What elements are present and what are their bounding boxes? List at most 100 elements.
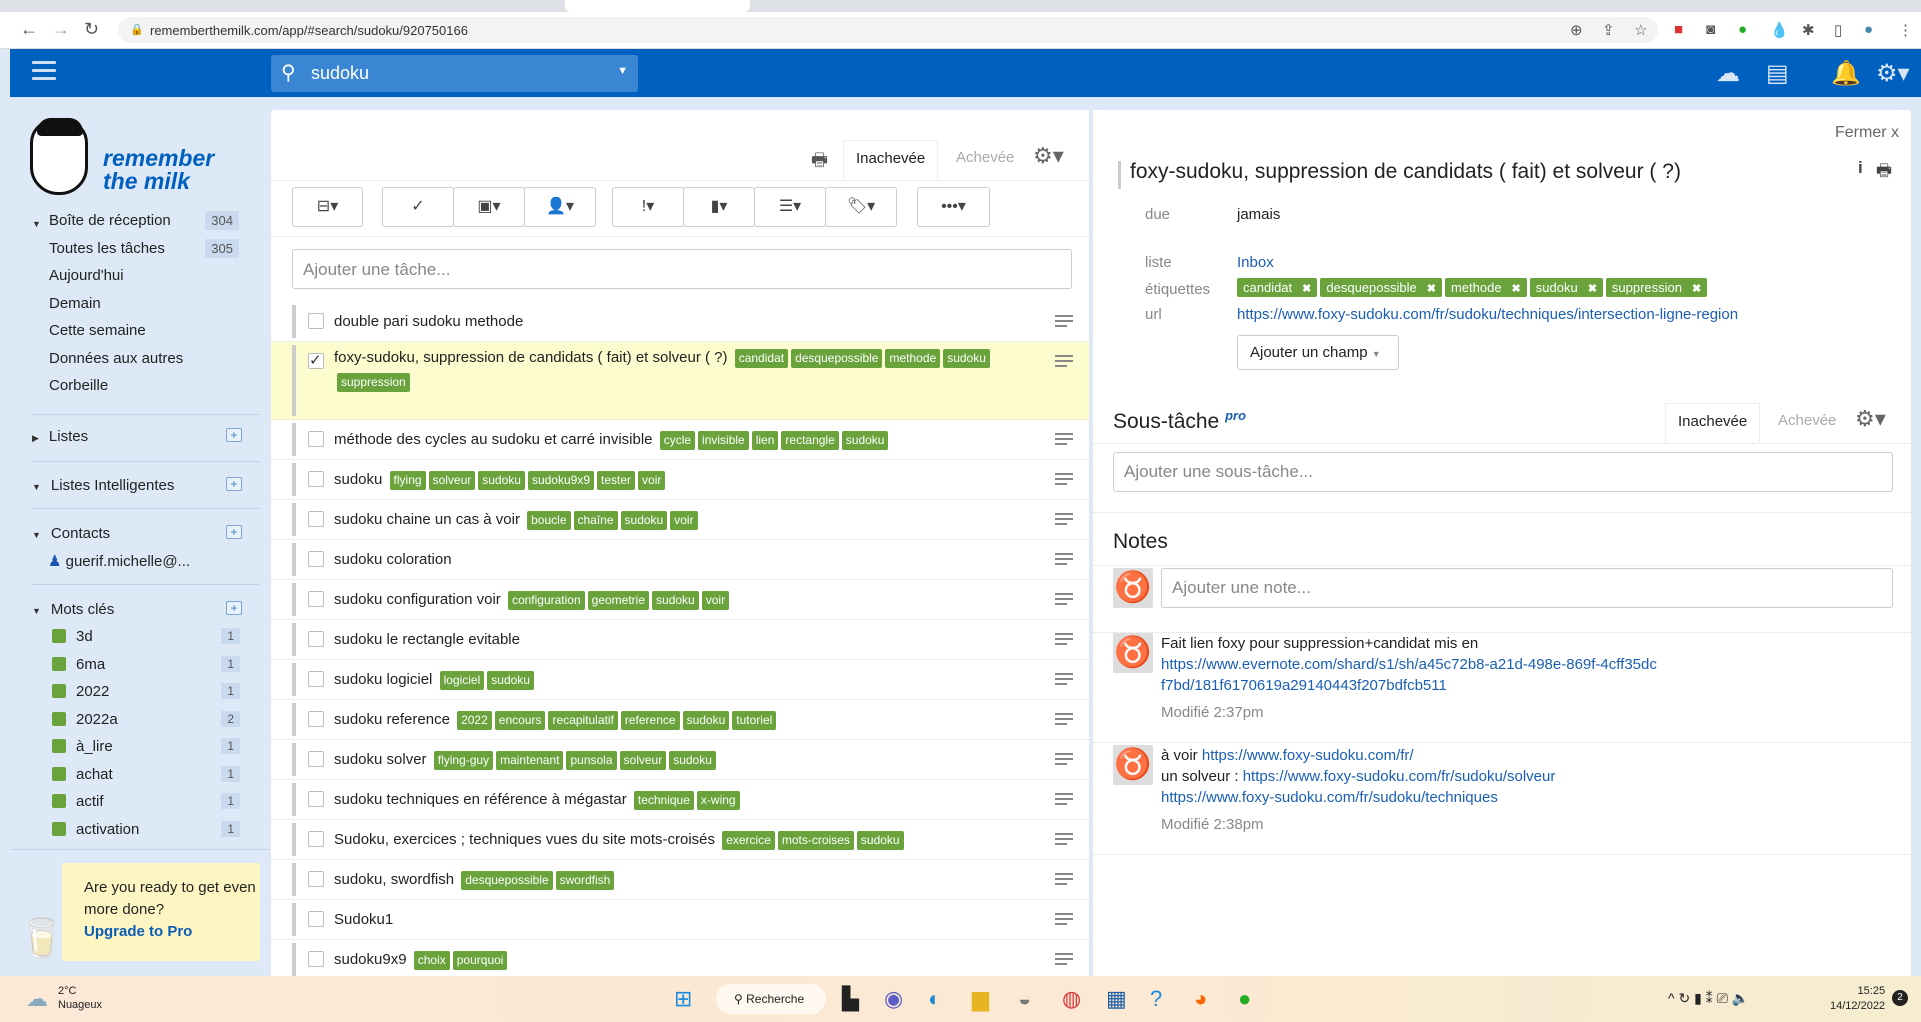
sidebar-tag-item[interactable]: 3d 1 [52, 628, 240, 645]
task-title[interactable]: sudoku solver [334, 751, 427, 768]
task-checkbox[interactable] [308, 791, 324, 807]
edge-icon[interactable]: ◐ [928, 986, 941, 1012]
sidebar-item[interactable]: Cette semaine [49, 322, 239, 339]
task-tag[interactable]: desquepossible [791, 349, 883, 368]
task-tag[interactable]: flying [389, 471, 426, 490]
print-icon[interactable]: 🖶 [811, 148, 828, 178]
sidebar-item[interactable]: Corbeille [49, 377, 239, 394]
task-checkbox[interactable] [308, 711, 324, 727]
active-tab[interactable] [565, 0, 750, 12]
windows-start-icon[interactable]: ⊞ [674, 986, 692, 1012]
task-checkbox[interactable]: ✓ [308, 353, 324, 369]
task-title[interactable]: foxy-sudoku, suppression de candidats ( … [1130, 160, 1681, 184]
help-icon[interactable]: ? [1150, 986, 1162, 1012]
task-title[interactable]: sudoku chaine un cas à voir [334, 511, 520, 528]
move-list-button[interactable]: ☰▾ [754, 187, 826, 227]
task-row[interactable]: sudoku chaine un cas à voir boucle chaîne… [271, 500, 1089, 540]
task-tag[interactable]: desquepossible [461, 871, 553, 890]
task-checkbox[interactable] [308, 431, 324, 447]
task-title[interactable]: sudoku reference [334, 711, 450, 728]
evernote-icon[interactable]: ● [1238, 986, 1251, 1012]
weather-icon[interactable]: ☁ [26, 986, 48, 1012]
postpone-button[interactable]: ▣▾ [453, 187, 525, 227]
task-tag[interactable]: flying-guy [433, 751, 494, 770]
task-row[interactable]: sudoku coloration [271, 540, 1089, 580]
task-checkbox[interactable] [308, 671, 324, 687]
sidebar-tag-item[interactable]: achat 1 [52, 765, 240, 783]
task-title[interactable]: sudoku [334, 471, 382, 488]
task-tag[interactable]: cycle [659, 431, 696, 450]
sidebar-tag-item[interactable]: activation 1 [52, 820, 240, 838]
task-checkbox[interactable] [308, 751, 324, 767]
clock[interactable]: 15:25 14/12/2022 [1830, 984, 1885, 1014]
list-link[interactable]: Inbox [1237, 254, 1274, 271]
chevron-down-icon[interactable]: ▼ [617, 65, 628, 77]
note-link[interactable]: https://www.evernote.com/shard/s1/sh/a45… [1161, 654, 1661, 696]
task-row[interactable]: sudoku reference 2022 encours recapitulati… [271, 700, 1089, 740]
sidebar-section-contacts[interactable]: ▼ Contacts + [32, 525, 242, 542]
sidebar-tag-item[interactable]: 6ma 1 [52, 655, 240, 673]
task-title[interactable]: foxy-sudoku, suppression de candidats ( … [334, 349, 728, 366]
sidebar-tag-item[interactable]: actif 1 [52, 793, 240, 810]
task-tag[interactable]: voir [670, 511, 698, 530]
task-title[interactable]: sudoku coloration [334, 551, 452, 568]
task-row[interactable]: Sudoku, exercices ; techniques vues du s… [271, 820, 1089, 860]
detail-tag[interactable]: sudoku ✖ [1529, 278, 1603, 297]
tray-icons[interactable]: ^ ↻ ▮ ⁑ ⎚ 🔈 [1668, 990, 1749, 1007]
task-tag[interactable]: sudoku [856, 831, 904, 850]
drag-handle-icon[interactable] [1055, 953, 1073, 968]
remove-tag-icon[interactable]: ✖ [1302, 283, 1311, 295]
sidebar-tag-item[interactable]: 2022a 2 [52, 710, 240, 728]
camera-icon[interactable]: ◙ [1706, 21, 1715, 38]
task-title[interactable]: sudoku configuration voir [334, 591, 501, 608]
task-tag[interactable]: rectangle [781, 431, 839, 450]
print-icon[interactable]: 🖶 [1876, 158, 1892, 187]
task-title[interactable]: méthode des cycles au sudoku et carré in… [334, 431, 653, 448]
task-tag[interactable]: boucle [527, 511, 571, 530]
task-tag[interactable]: pourquoi [452, 951, 508, 970]
zoom-icon[interactable]: ⊕ [1570, 21, 1583, 39]
evernote-icon[interactable]: ● [1738, 21, 1747, 38]
note-link[interactable]: https://www.foxy-sudoku.com/fr/sudoku/te… [1161, 787, 1881, 808]
task-checkbox[interactable] [308, 471, 324, 487]
sidebar-item[interactable]: Boîte de réception 304 [49, 211, 239, 230]
extension-icon[interactable]: ■ [1674, 21, 1683, 38]
app-icon[interactable]: ◒ [1018, 986, 1031, 1012]
subtask-settings-gear-icon[interactable]: ⚙▾ [1855, 406, 1886, 432]
drag-handle-icon[interactable] [1055, 433, 1073, 448]
task-title[interactable]: double pari sudoku methode [334, 313, 523, 330]
note-link[interactable]: https://www.foxy-sudoku.com/fr/ [1202, 747, 1414, 764]
task-tag[interactable]: geometrie [587, 591, 650, 610]
remove-tag-icon[interactable]: ✖ [1512, 283, 1521, 295]
task-tag[interactable]: voir [701, 591, 730, 610]
add-tag-button[interactable]: + [226, 601, 242, 615]
sidebar-item[interactable]: Données aux autres [49, 350, 239, 367]
tag-button[interactable]: 🏷▾ [825, 187, 897, 227]
back-icon[interactable]: ← [20, 19, 38, 40]
address-bar[interactable]: 🔒 rememberthemilk.com/app/#search/sudoku/… [118, 17, 1658, 43]
due-date-button[interactable]: ▮▾ [683, 187, 755, 227]
task-row[interactable]: sudoku flying solveur sudoku sudoku9x9 teste… [271, 460, 1089, 500]
task-tag[interactable]: suppression [337, 373, 410, 392]
task-checkbox[interactable] [308, 831, 324, 847]
search-input[interactable]: ⚲ sudoku ▼ [271, 55, 638, 92]
drop-icon[interactable]: 💧 [1770, 21, 1789, 39]
store-icon[interactable]: ▦ [1106, 986, 1127, 1012]
priority-button[interactable]: !▾ [612, 187, 684, 227]
more-menu-icon[interactable]: ⋮ [1898, 21, 1913, 39]
teams-icon[interactable]: ◉ [884, 986, 903, 1012]
reload-icon[interactable]: ↻ [84, 19, 99, 40]
task-tag[interactable]: methode [885, 349, 941, 368]
remove-tag-icon[interactable]: ✖ [1692, 283, 1701, 295]
task-tag[interactable]: tester [597, 471, 636, 490]
drag-handle-icon[interactable] [1055, 913, 1073, 928]
task-tag[interactable]: sudoku [620, 511, 668, 530]
notification-badge[interactable]: 2 [1892, 990, 1908, 1006]
task-row[interactable]: sudoku le rectangle evitable [271, 620, 1089, 660]
note-link[interactable]: https://www.foxy-sudoku.com/fr/sudoku/so… [1243, 768, 1556, 785]
task-tag[interactable]: sudoku [841, 431, 889, 450]
task-tag[interactable]: invisible [698, 431, 749, 450]
task-row[interactable]: sudoku logiciel logiciel sudoku [271, 660, 1089, 700]
sidepanel-icon[interactable]: ▯ [1834, 21, 1842, 39]
task-tag[interactable]: x-wing [696, 791, 740, 810]
